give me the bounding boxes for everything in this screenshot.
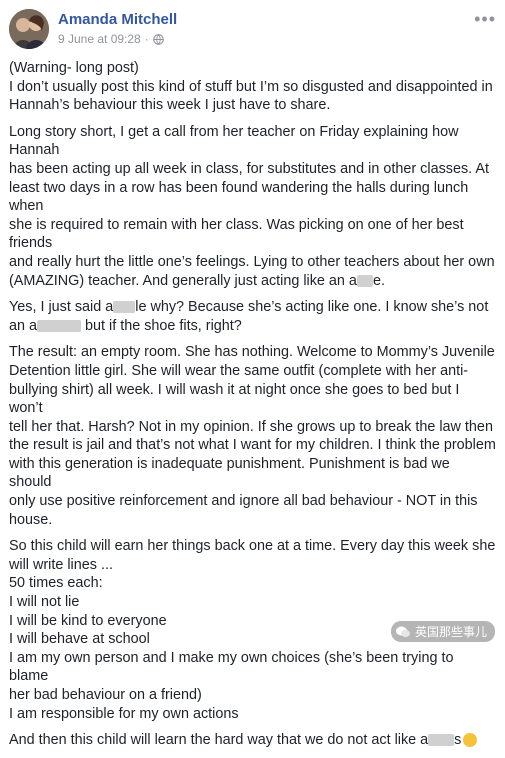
post-text: s: [454, 732, 462, 749]
post-line: The result: an empty room. She has nothi…: [9, 344, 495, 361]
post-line: Hannah’s behaviour this week I just have…: [9, 97, 331, 114]
post-text: e.: [372, 272, 385, 289]
post-text: Yes, I just said a: [9, 299, 114, 316]
post-line: (Warning- long post): [9, 60, 139, 76]
post-line: house.: [9, 511, 53, 528]
post-line: 50 times each:: [9, 575, 103, 592]
censor-blur: [37, 319, 82, 332]
post-line: will write lines ...: [9, 556, 113, 573]
post-line: and really hurt the little one’s feeling…: [9, 253, 495, 270]
post-line: So this child will earn her things back …: [9, 538, 496, 555]
post-date[interactable]: 9 June at 09:28: [58, 32, 141, 46]
post-line: her bad behaviour on a friend): [9, 687, 202, 703]
smile-emoji-icon: [463, 733, 478, 748]
meta-separator: ·: [144, 32, 149, 46]
post-line: with this generation is inadequate punis…: [9, 455, 450, 491]
post-line: has been acting up all week in class, fo…: [9, 160, 489, 177]
post-line: And then this child will learn the hard …: [9, 731, 496, 750]
post-line: tell her that. Harsh? Not in my opinion.…: [9, 418, 493, 435]
post-line: (AMAZING) teacher. And generally just ac…: [9, 272, 496, 291]
paragraph-intro: (Warning- long post) I don’t usually pos…: [9, 59, 496, 115]
post-line: I am responsible for my own actions: [9, 705, 239, 722]
post-line: Detention little girl. She will wear the…: [9, 362, 469, 379]
paragraph-yes: Yes, I just said a le why? Because she’s …: [9, 298, 496, 335]
avatar[interactable]: [9, 9, 49, 49]
post-line: only use positive reinforcement and igno…: [9, 493, 478, 510]
post-line: she is required to remain with her class…: [9, 216, 464, 252]
post-line: an a but if the shoe fits, right?: [9, 317, 496, 336]
paragraph-story: Long story short, I get a call from her …: [9, 123, 496, 290]
post-text: (AMAZING) teacher. And generally just ac…: [9, 272, 357, 289]
watermark-text: 英国那些事儿: [414, 625, 487, 639]
post-meta: 9 June at 09:28 ·: [58, 32, 164, 46]
post-line: least two days in a row has been found w…: [9, 179, 469, 215]
post-line: Yes, I just said a le why? Because she’s …: [9, 298, 496, 317]
paragraph-final: And then this child will learn the hard …: [9, 731, 496, 750]
post-text: le why? Because she’s acting like one. I…: [135, 299, 489, 316]
post-line: bullying shirt) all week. I will wash it…: [9, 381, 460, 417]
censor-blur: [356, 274, 373, 287]
post-text: but if the shoe fits, right?: [81, 317, 242, 334]
censor-blur: [113, 301, 136, 314]
censor-blur: [428, 734, 455, 747]
post-line: I am my own person and I make my own cho…: [9, 649, 454, 685]
paragraph-result: The result: an empty room. She has nothi…: [9, 343, 496, 529]
profile-photo: [9, 9, 49, 49]
wechat-logo-icon: [395, 626, 410, 637]
globe-icon: [152, 33, 164, 45]
post-line: Long story short, I get a call from her …: [9, 123, 459, 159]
post-header: Amanda Mitchell 9 June at 09:28 · •••: [9, 9, 496, 51]
post-line: the result is jail and that’s not what I…: [9, 437, 496, 454]
post-text: And then this child will learn the hard …: [9, 732, 429, 749]
post-body: (Warning- long post) I don’t usually pos…: [9, 59, 496, 758]
post-text: an a: [9, 317, 38, 334]
author-name[interactable]: Amanda Mitchell: [58, 11, 177, 28]
watermark: 英国那些事儿: [390, 621, 495, 642]
post-line: I will not lie: [9, 594, 80, 611]
post-line: I don’t usually post this kind of stuff …: [9, 78, 493, 95]
more-options-icon[interactable]: •••: [474, 9, 496, 30]
